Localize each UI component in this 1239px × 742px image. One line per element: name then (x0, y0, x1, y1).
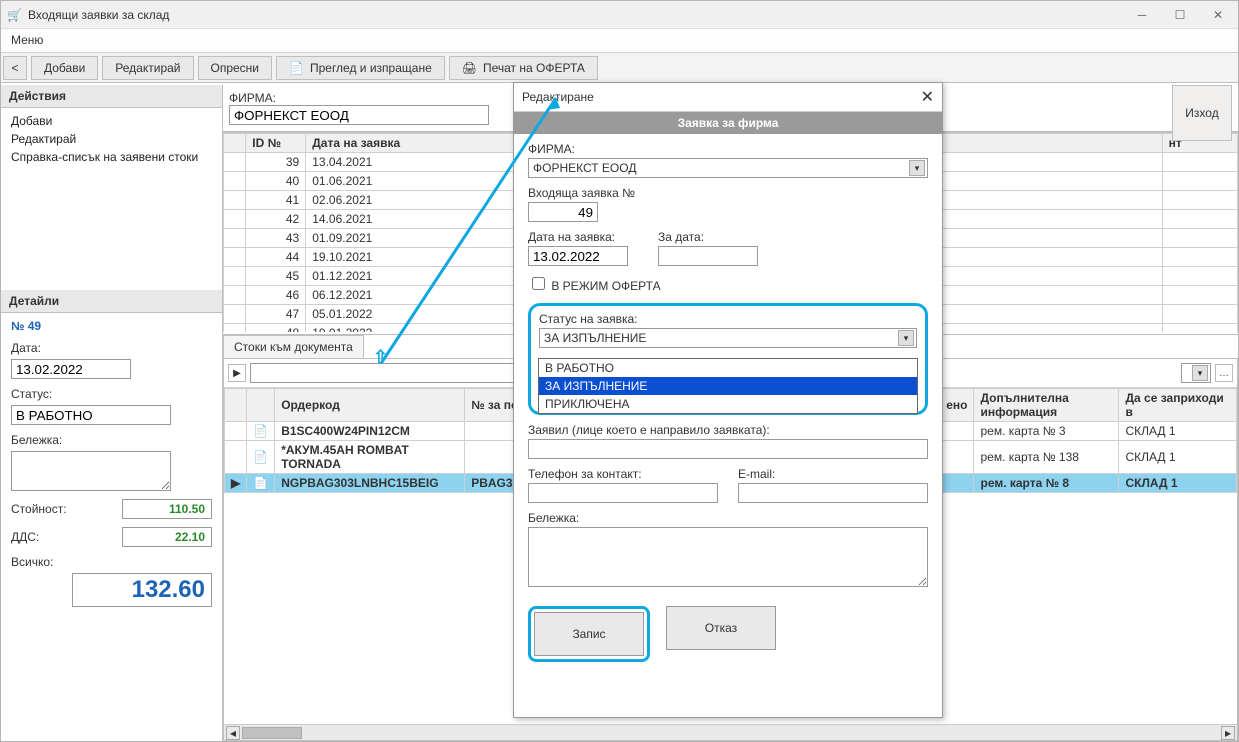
details-status-input[interactable] (11, 405, 171, 425)
dlg-phone-label: Телефон за контакт: (528, 467, 718, 481)
offermode-check[interactable] (532, 277, 545, 290)
total-label: Всичко: (11, 555, 53, 569)
sum-label: Стойност: (11, 502, 67, 516)
print-offer-button[interactable]: 🖨 Печат на ОФЕРТА (449, 56, 598, 80)
items-small-select[interactable]: ▾ (1181, 363, 1211, 383)
refresh-button[interactable]: Опресни (198, 56, 273, 80)
horizontal-scrollbar[interactable]: ◂ ▸ (224, 724, 1237, 740)
preview-icon: 📄 (289, 61, 304, 75)
menubar: Меню (1, 29, 1238, 53)
dlg-save-button[interactable]: Запис (534, 612, 644, 656)
dlg-offermode-checkbox[interactable]: В РЕЖИМ ОФЕРТА (528, 274, 928, 293)
dlg-fordate-input[interactable] (658, 246, 758, 266)
details-note-label: Бележка: (11, 433, 212, 447)
filter-firm-input[interactable] (229, 105, 489, 125)
scroll-thumb[interactable] (242, 727, 302, 739)
scroll-right-icon[interactable]: ▸ (1221, 726, 1235, 740)
action-edit[interactable]: Редактирай (11, 132, 212, 146)
items-more-button[interactable]: … (1215, 364, 1233, 382)
nav-back-button[interactable]: < (3, 56, 27, 80)
status-dropdown[interactable]: В РАБОТНО ЗА ИЗПЪЛНЕНИЕ ПРИКЛЮЧЕНА (538, 358, 918, 414)
scroll-left-icon[interactable]: ◂ (226, 726, 240, 740)
minimize-icon[interactable]: ─ (1132, 8, 1152, 22)
items-tab[interactable]: Стоки към документа (223, 335, 364, 358)
items-col-extra[interactable]: ено (940, 389, 974, 422)
details-no-label: № (11, 319, 24, 333)
exit-button[interactable]: Изход (1172, 85, 1232, 141)
actions-list: Добави Редактирай Справка-списък на заяв… (1, 108, 222, 170)
close-icon[interactable]: ✕ (1208, 8, 1228, 22)
dialog-title: Редактиране (522, 90, 594, 104)
dlg-fordate-label: За дата: (658, 230, 758, 244)
preview-button[interactable]: 📄 Преглед и изпращане (276, 56, 445, 80)
dlg-cancel-button[interactable]: Отказ (666, 606, 776, 650)
print-offer-label: Печат на ОФЕРТА (483, 61, 585, 75)
print-icon: 🖨 (462, 61, 477, 75)
upward-annotation-arrow: ⇧ (373, 347, 388, 368)
window-title: Входящи заявки за склад (28, 8, 169, 22)
preview-label: Преглед и изпращане (310, 61, 432, 75)
details-header: Детайли (1, 290, 222, 313)
details-status-label: Статус: (11, 387, 212, 401)
dlg-firm-select[interactable]: ФОРНЕКСТ ЕООД ▾ (528, 158, 928, 178)
dialog-close-icon[interactable]: ✕ (921, 87, 934, 107)
app-icon: 🛒 (7, 8, 22, 22)
vat-value: 22.10 (122, 527, 212, 547)
dlg-date-label: Дата на заявка: (528, 230, 628, 244)
items-col-info[interactable]: Допълнителна информация (974, 389, 1119, 422)
dlg-note-input[interactable] (528, 527, 928, 587)
vat-label: ДДС: (11, 530, 39, 544)
dlg-phone-input[interactable] (528, 483, 718, 503)
details-date-input[interactable] (11, 359, 131, 379)
dlg-note-label: Бележка: (528, 511, 928, 525)
dlg-status-value: ЗА ИЗПЪЛНЕНИЕ (544, 331, 646, 345)
status-opt-execution[interactable]: ЗА ИЗПЪЛНЕНИЕ (539, 377, 917, 395)
chevron-down-icon: ▾ (898, 330, 914, 346)
action-report[interactable]: Справка-списък на заявени стоки (11, 150, 212, 164)
details-no-value: 49 (28, 319, 41, 333)
offermode-label: В РЕЖИМ ОФЕРТА (551, 279, 660, 293)
titlebar: 🛒 Входящи заявки за склад ─ ☐ ✕ (1, 1, 1238, 29)
dlg-email-input[interactable] (738, 483, 928, 503)
items-col-order[interactable]: Ордеркод (275, 389, 465, 422)
edit-dialog: Редактиране ✕ Заявка за фирма ФИРМА: ФОР… (513, 82, 943, 718)
toolbar: < Добави Редактирай Опресни 📄 Преглед и … (1, 53, 1238, 83)
action-add[interactable]: Добави (11, 114, 212, 128)
edit-button[interactable]: Редактирай (102, 56, 193, 80)
dlg-date-input[interactable] (528, 246, 628, 266)
details-date-label: Дата: (11, 341, 212, 355)
add-button[interactable]: Добави (31, 56, 98, 80)
total-value: 132.60 (72, 573, 212, 607)
save-callout: Запис (528, 606, 650, 662)
items-tool-1[interactable]: ▶ (228, 364, 246, 382)
filter-firm-label: ФИРМА: (229, 91, 489, 105)
dlg-firm-value: ФОРНЕКСТ ЕООД (533, 161, 636, 175)
sum-value: 110.50 (122, 499, 212, 519)
dlg-email-label: E-mail: (738, 467, 928, 481)
chevron-down-icon: ▾ (909, 160, 925, 176)
dialog-banner: Заявка за фирма (514, 112, 942, 134)
items-col-stock[interactable]: Да се заприходи в (1119, 389, 1237, 422)
col-id[interactable]: ID № (246, 134, 306, 153)
dlg-status-label: Статус на заявка: (539, 312, 917, 326)
details-note-input[interactable] (11, 451, 171, 491)
actions-header: Действия (1, 85, 222, 108)
status-opt-done[interactable]: ПРИКЛЮЧЕНА (539, 395, 917, 413)
status-opt-working[interactable]: В РАБОТНО (539, 359, 917, 377)
dlg-requester-input[interactable] (528, 439, 928, 459)
dlg-firm-label: ФИРМА: (528, 142, 928, 156)
dlg-requester-label: Заявил (лице което е направило заявката)… (528, 423, 928, 437)
menu-root[interactable]: Меню (11, 33, 43, 47)
dlg-incoming-label: Входяща заявка № (528, 186, 928, 200)
maximize-icon[interactable]: ☐ (1170, 8, 1190, 22)
dlg-status-select[interactable]: ЗА ИЗПЪЛНЕНИЕ ▾ (539, 328, 917, 348)
dlg-incoming-input[interactable] (528, 202, 598, 222)
status-callout: Статус на заявка: ЗА ИЗПЪЛНЕНИЕ ▾ В РАБО… (528, 303, 928, 415)
